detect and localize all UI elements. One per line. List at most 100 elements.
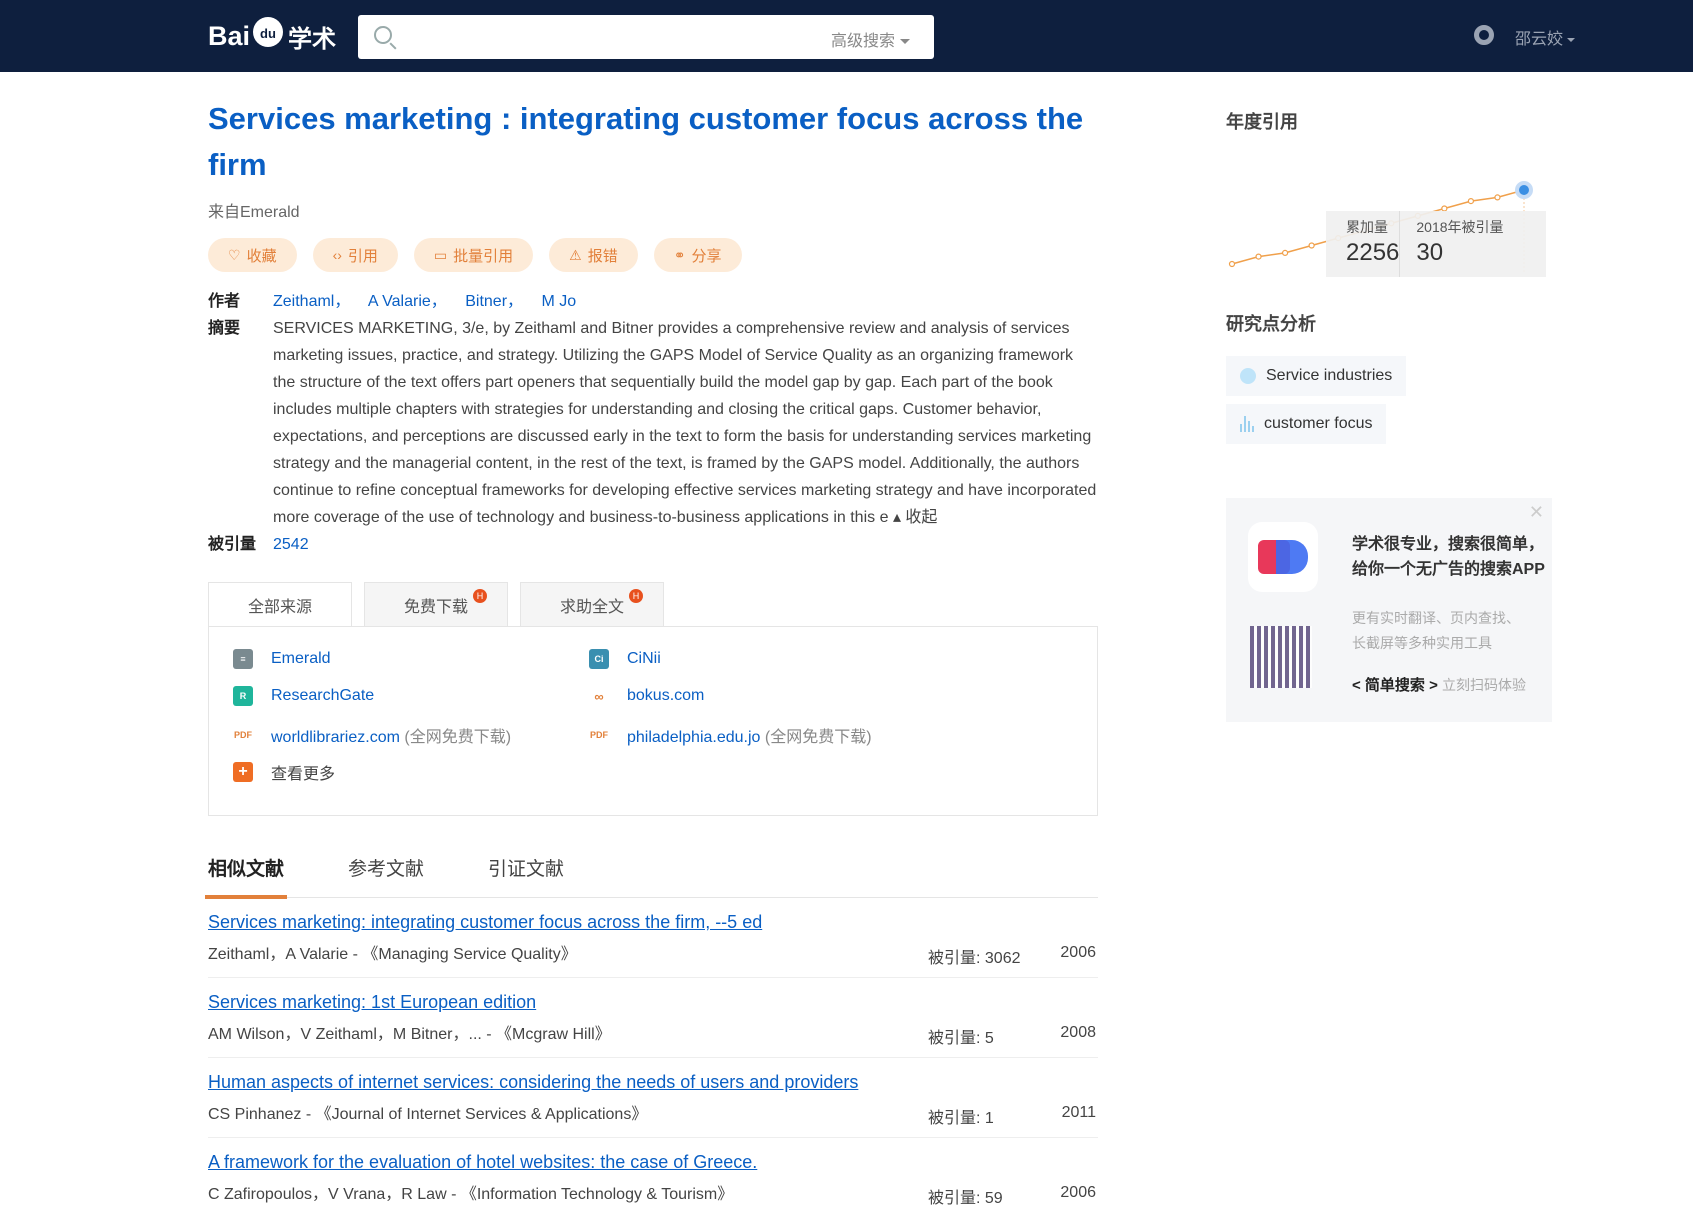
gear-icon[interactable] (1474, 25, 1494, 45)
view-more-label: 查看更多 (271, 766, 336, 783)
report-error-button[interactable]: ⚠ 报错 (549, 238, 638, 272)
source-item-philadelphia: PDF philadelphia.edu.jo (全网免费下载) (589, 723, 872, 747)
literature-title-link[interactable]: Services marketing: 1st European edition (208, 992, 1098, 1013)
author-link[interactable]: Bitner， (465, 293, 523, 310)
literature-cited: 被引量: 3062 (928, 950, 1021, 967)
author-link[interactable]: Zeithaml， (273, 293, 350, 310)
year-cited-value: 30 (1416, 239, 1444, 266)
hot-badge: H (473, 589, 487, 603)
author-list: Zeithaml， A Valarie， Bitner， M Jo (273, 288, 1098, 315)
paper-detail: Services marketing : integrating custome… (204, 96, 1098, 1218)
batch-cite-button[interactable]: ▭ 批量引用 (413, 238, 534, 272)
literature-title-link[interactable]: Human aspects of internet services: cons… (208, 1072, 1098, 1093)
literature-year: 2006 (1060, 944, 1096, 961)
app-scan-label: 立刻扫码体验 (1442, 677, 1527, 693)
qr-code-icon[interactable] (1250, 626, 1312, 688)
abstract-body: SERVICES MARKETING, 3/e, by Zeithaml and… (273, 320, 1097, 526)
search-box: 高级搜索 (358, 15, 934, 59)
share-button[interactable]: ⚭ 分享 (653, 238, 742, 272)
topic-customer-focus[interactable]: customer focus (1226, 404, 1387, 444)
user-menu[interactable]: 邵云姣 (1515, 25, 1576, 49)
tab-references[interactable]: 参考文献 (348, 854, 424, 898)
source-item-emerald: ≡ Emerald (233, 649, 331, 669)
topic-service-industries[interactable]: Service industries (1226, 356, 1407, 396)
topic-label: Service industries (1266, 367, 1393, 384)
search-icon[interactable] (374, 26, 392, 44)
author-link[interactable]: M Jo (542, 293, 577, 310)
literature-list: Services marketing: integrating customer… (208, 898, 1098, 1218)
literature-cited: 被引量: 5 (928, 1030, 994, 1047)
tab-all-sources[interactable]: 全部来源 (208, 582, 352, 627)
advanced-search-dropdown[interactable]: 高级搜索 (831, 27, 910, 51)
app-logo-icon (1248, 522, 1318, 592)
warning-icon: ⚠ (569, 246, 582, 263)
source-item-bokus: ∞ bokus.com (589, 686, 704, 706)
tooltip-cumulative: 累加量 2256 (1326, 211, 1399, 277)
source-item-more[interactable]: + 查看更多 (233, 760, 335, 784)
tab-request-fulltext[interactable]: 求助全文 H (520, 582, 664, 626)
citation-point[interactable] (1255, 253, 1262, 260)
citation-point[interactable] (1281, 249, 1289, 257)
search-input[interactable] (406, 21, 766, 53)
app-line-3: 更有实时翻译、页内查找、 (1352, 610, 1520, 626)
annual-citation-chart[interactable]: 累加量 2256 2018年被引量 30 (1226, 148, 1556, 277)
app-promo: ✕ 学术很专业，搜索很简单， 给你一个无广告的搜索APP 更有实时翻译、页内查找、… (1226, 498, 1552, 722)
source-extra: (全网免费下载) (404, 729, 512, 746)
share-icon: ⚭ (673, 246, 686, 263)
literature-year: 2008 (1060, 1024, 1096, 1041)
list-item: A framework for the evaluation of hotel … (208, 1138, 1098, 1218)
citation-point[interactable] (1228, 260, 1236, 268)
app-name: < 简单搜索 > (1352, 677, 1438, 694)
source-link[interactable]: bokus.com (627, 687, 704, 705)
baidu-xueshu-logo[interactable]: Bai du 学术 (208, 16, 336, 56)
paper-source: 来自Emerald (208, 204, 300, 221)
share-label: 分享 (691, 247, 722, 265)
source-link[interactable]: Emerald (271, 650, 331, 668)
author-link[interactable]: A Valarie， (368, 293, 447, 310)
cumulative-value: 2256 (1346, 239, 1400, 266)
paper-title[interactable]: Services marketing : integrating custome… (208, 96, 1098, 188)
literature-title-link[interactable]: A framework for the evaluation of hotel … (208, 1152, 1098, 1173)
list-item: Human aspects of internet services: cons… (208, 1058, 1098, 1138)
source-link[interactable]: ResearchGate (271, 687, 374, 705)
cited-count[interactable]: 2542 (273, 531, 1098, 558)
close-icon[interactable]: ✕ (1529, 502, 1544, 523)
cite-button[interactable]: ‹› 引用 (312, 238, 398, 272)
pie-icon (1240, 368, 1256, 384)
tab-all-sources-label: 全部来源 (247, 599, 312, 616)
top-bar: Bai du 学术 高级搜索 邵云姣 (0, 0, 1693, 72)
annual-citation-title: 年度引用 (1226, 112, 1298, 132)
author-label: 作者 (208, 293, 241, 310)
source-link[interactable]: CiNii (627, 650, 661, 668)
research-analysis-title: 研究点分析 (1226, 314, 1316, 334)
caret-down-icon (1567, 37, 1576, 42)
app-description: 更有实时翻译、页内查找、 长截屏等多种实用工具 (1352, 606, 1520, 656)
favorite-button[interactable]: ♡ 收藏 (208, 238, 297, 272)
cited-label: 被引量 (208, 536, 257, 553)
source-link[interactable]: philadelphia.edu.jo (627, 729, 760, 746)
list-item: Services marketing: 1st European edition… (208, 978, 1098, 1058)
citation-point[interactable] (1308, 242, 1315, 249)
action-bar: ♡ 收藏 ‹› 引用 ▭ 批量引用 ⚠ 报错 ⚭ 分享 (208, 238, 1098, 272)
emerald-icon: ≡ (233, 649, 253, 669)
citation-point[interactable] (1494, 194, 1501, 201)
collapse-toggle[interactable]: ▴ 收起 (893, 509, 938, 526)
citation-point[interactable] (1515, 181, 1533, 199)
cumulative-label: 累加量 (1346, 219, 1388, 235)
abstract-text: SERVICES MARKETING, 3/e, by Zeithaml and… (273, 315, 1098, 531)
literature-title-link[interactable]: Services marketing: integrating customer… (208, 912, 1098, 933)
tab-citing[interactable]: 引证文献 (488, 854, 564, 898)
app-cta[interactable]: < 简单搜索 > 立刻扫码体验 (1352, 674, 1526, 695)
hot-badge: H (629, 589, 643, 603)
source-list: ≡ Emerald Ci CiNii R ResearchGate ∞ bokus.co… (208, 626, 1098, 816)
source-item-researchgate: R ResearchGate (233, 686, 374, 706)
citation-point[interactable] (1467, 197, 1475, 205)
code-icon: ‹› (332, 247, 342, 263)
tab-similar[interactable]: 相似文献 (204, 854, 288, 899)
tab-free-download[interactable]: 免费下载 H (364, 582, 508, 626)
source-link[interactable]: worldlibrariez.com (271, 729, 400, 746)
pdf-icon: PDF (233, 725, 253, 745)
literature-year: 2006 (1060, 1184, 1096, 1201)
tooltip-year: 2018年被引量 30 (1399, 211, 1504, 277)
author-row: 作者 Zeithaml， A Valarie， Bitner， M Jo (208, 288, 1098, 315)
